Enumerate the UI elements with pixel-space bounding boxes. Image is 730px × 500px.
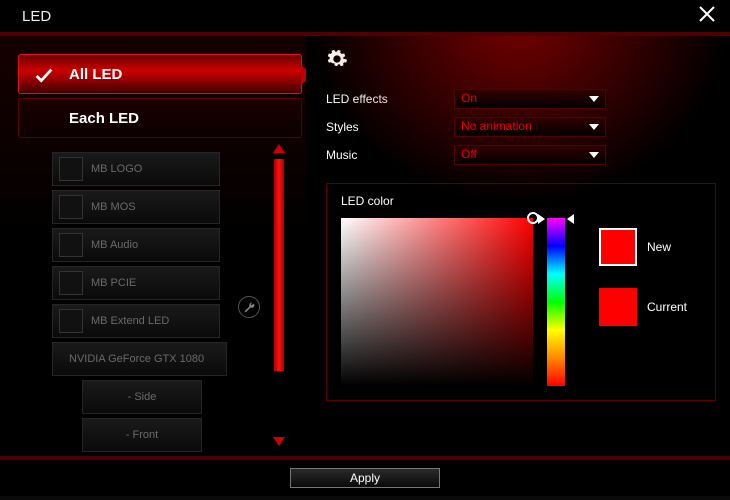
led-color-title: LED color (341, 194, 701, 208)
chevron-down-icon (589, 152, 599, 158)
device-icon (59, 271, 83, 295)
device-label: MB MOS (91, 201, 136, 213)
device-icon (59, 157, 83, 181)
dropdown-value: On (461, 91, 477, 105)
left-panel: All LED Each LED MB LOGO MB MOS MB Audio… (0, 36, 306, 456)
scroll-thumb[interactable] (274, 159, 284, 371)
device-item-gpu-side[interactable]: - Side (82, 380, 202, 414)
hue-pointer-icon[interactable] (538, 214, 574, 224)
sv-handle-icon[interactable] (527, 212, 539, 224)
tab-all-led[interactable]: All LED (18, 54, 302, 94)
row-led-effects: LED effects On (326, 89, 716, 109)
tab-each-led[interactable]: Each LED (18, 98, 302, 138)
device-label: MB Audio (91, 239, 138, 251)
label-led-effects: LED effects (326, 92, 454, 106)
check-icon (33, 65, 55, 91)
chevron-down-icon (589, 96, 599, 102)
device-icon (59, 195, 83, 219)
device-item-gpu-front[interactable]: - Front (82, 418, 202, 452)
device-item-mb-logo[interactable]: MB LOGO (52, 152, 220, 186)
device-item-mb-audio[interactable]: MB Audio (52, 228, 220, 262)
led-color-box: LED color New Current (326, 183, 716, 401)
apply-button[interactable]: Apply (290, 468, 440, 488)
label-music: Music (326, 148, 454, 162)
device-label: MB Extend LED (91, 315, 169, 327)
device-label: MB PCIE (91, 277, 136, 289)
row-styles: Styles No animation (326, 117, 716, 137)
swatch-box-current (599, 288, 637, 326)
scroll-up-icon[interactable] (273, 144, 285, 153)
device-item-gpu[interactable]: NVIDIA GeForce GTX 1080 (52, 342, 227, 376)
right-panel: LED effects On Styles No animation Music… (306, 36, 730, 456)
title-bar: LED (0, 0, 730, 36)
device-list: MB LOGO MB MOS MB Audio MB PCIE MB Exten… (0, 138, 306, 452)
device-icon (59, 233, 83, 257)
swatch-new: New (599, 228, 687, 266)
footer: Apply (0, 456, 730, 496)
color-sv-field[interactable] (341, 218, 533, 386)
device-scrollbar[interactable] (272, 144, 286, 446)
label-styles: Styles (326, 120, 454, 134)
swatch-current: Current (599, 288, 687, 326)
device-item-mb-extend[interactable]: MB Extend LED (52, 304, 220, 338)
apply-label: Apply (350, 471, 380, 485)
device-label: NVIDIA GeForce GTX 1080 (69, 353, 204, 365)
scroll-track[interactable] (274, 159, 284, 431)
dropdown-value: No animation (461, 119, 532, 133)
dropdown-music[interactable]: Off (454, 145, 606, 165)
swatches: New Current (599, 218, 687, 348)
tab-label: Each LED (69, 110, 139, 127)
window-title: LED (22, 8, 51, 25)
swatch-label-current: Current (647, 300, 687, 314)
device-label: MB LOGO (91, 163, 142, 175)
device-item-mb-mos[interactable]: MB MOS (52, 190, 220, 224)
scroll-down-icon[interactable] (273, 437, 285, 446)
dropdown-value: Off (461, 147, 477, 161)
device-label: - Side (128, 391, 157, 403)
swatch-label-new: New (647, 240, 671, 254)
device-icon (59, 309, 83, 333)
tab-label: All LED (69, 66, 122, 83)
dropdown-led-effects[interactable]: On (454, 89, 606, 109)
device-item-mb-pcie[interactable]: MB PCIE (52, 266, 220, 300)
dropdown-styles[interactable]: No animation (454, 117, 606, 137)
wrench-icon[interactable] (238, 296, 260, 318)
close-icon[interactable] (698, 5, 716, 28)
row-music: Music Off (326, 145, 716, 165)
chevron-down-icon (589, 124, 599, 130)
gear-icon (326, 48, 716, 75)
swatch-box-new (599, 228, 637, 266)
color-hue-bar[interactable] (547, 218, 565, 386)
device-label: - Front (126, 429, 158, 441)
